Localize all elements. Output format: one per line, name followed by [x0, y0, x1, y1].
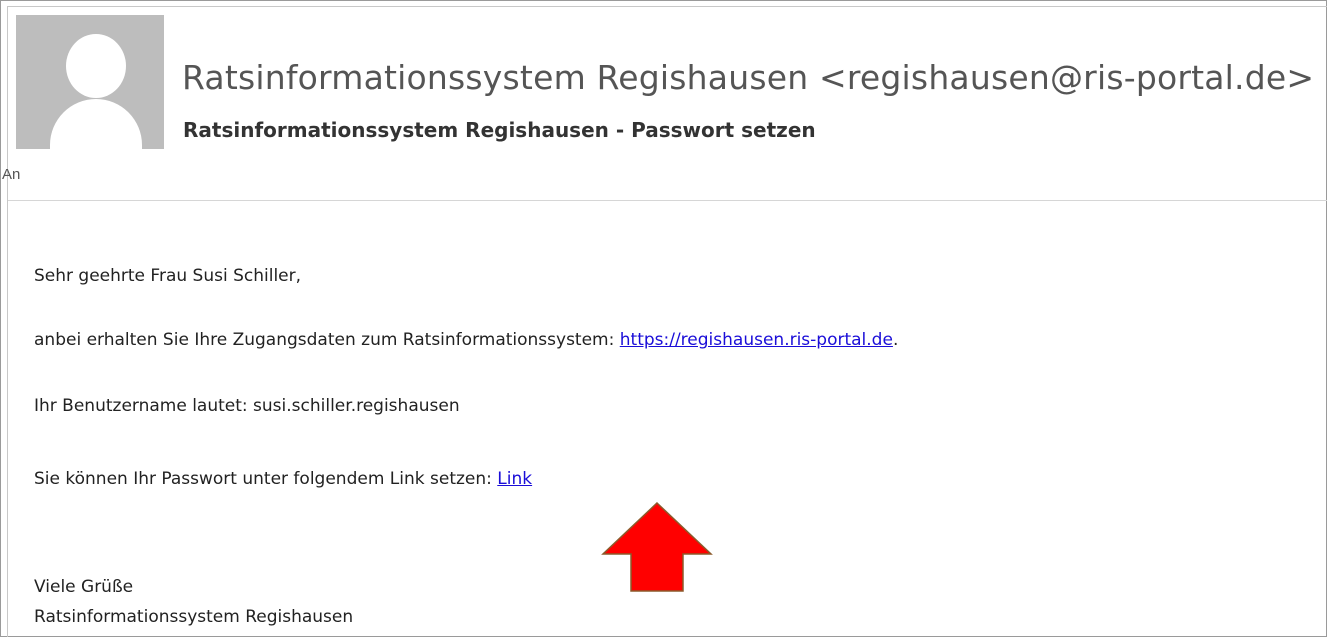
sender-avatar — [16, 15, 164, 149]
password-text: Sie können Ihr Passwort unter folgendem … — [34, 469, 498, 489]
closing-line: Viele Grüße — [34, 577, 134, 597]
red-up-arrow-icon — [601, 502, 713, 592]
sender-name: Ratsinformationssystem Regishausen <regi… — [182, 58, 1315, 97]
username-line: Ihr Benutzername lautet: susi.schiller.r… — [34, 396, 460, 416]
access-suffix: . — [892, 330, 899, 350]
arrow-shape — [601, 502, 713, 592]
avatar-head-icon — [66, 34, 126, 98]
avatar-shoulders-icon — [50, 99, 142, 149]
access-text: anbei erhalten Sie Ihre Zugangsdaten zum… — [34, 330, 620, 350]
signature-line: Ratsinformationssystem Regishausen — [34, 607, 354, 627]
access-line: anbei erhalten Sie Ihre Zugangsdaten zum… — [34, 330, 898, 350]
recipient-label: An — [2, 166, 21, 183]
password-line: Sie können Ihr Passwort unter folgendem … — [34, 469, 532, 489]
portal-link[interactable]: https://regishausen.ris-portal.de — [620, 330, 893, 350]
reading-pane-border-top — [7, 6, 1327, 7]
greeting-line: Sehr geehrte Frau Susi Schiller, — [34, 266, 302, 286]
password-set-link[interactable]: Link — [497, 469, 532, 489]
reading-pane-border-left — [7, 6, 8, 637]
header-divider — [8, 200, 1327, 201]
email-subject: Ratsinformationssystem Regishausen - Pas… — [183, 118, 816, 142]
